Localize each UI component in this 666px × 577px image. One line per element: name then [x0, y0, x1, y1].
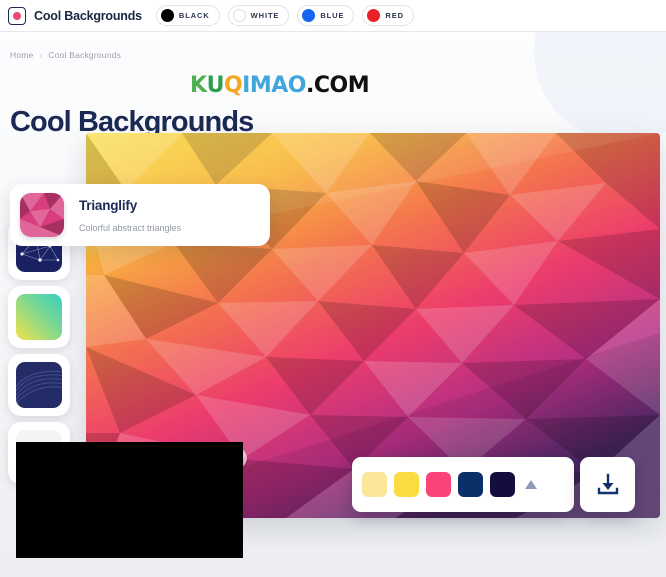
site-logo[interactable]: KUQIMAO.COM	[190, 73, 370, 98]
palette-swatch-1[interactable]	[362, 472, 387, 497]
gradient-thumb	[16, 294, 62, 340]
trianglify-title: Trianglify	[79, 197, 138, 213]
record-square-icon	[8, 6, 26, 25]
color-dot-icon	[367, 9, 381, 22]
pill-blue-label: BLUE	[320, 11, 345, 20]
palette-toolbar	[352, 457, 574, 512]
logo-letter-k: K	[190, 73, 207, 98]
logo-letter-u: U	[206, 73, 225, 98]
trianglify-thumb	[20, 193, 64, 237]
download-icon	[597, 473, 618, 494]
logo-letter-o2: O	[329, 73, 348, 98]
trianglify-thumb-icon	[20, 193, 64, 237]
app-title: Cool Backgrounds	[34, 8, 142, 23]
breadcrumb-current: Cool Backgrounds	[48, 50, 122, 60]
color-dot-icon	[302, 9, 316, 22]
logo-letter-dot: .	[305, 73, 314, 98]
palette-swatch-5[interactable]	[490, 472, 515, 497]
trianglify-info-text: Trianglify Colorful abstract triangles	[79, 198, 181, 233]
decorative-circle	[534, 32, 666, 142]
trianglify-info-card[interactable]: Trianglify Colorful abstract triangles	[10, 184, 270, 246]
palette-swatch-3[interactable]	[426, 472, 451, 497]
logo-letter-m: M	[249, 73, 272, 98]
rail-item-gradient[interactable]	[8, 286, 70, 348]
logo-letter-q: Q	[223, 73, 243, 98]
caret-up-icon[interactable]	[525, 480, 537, 489]
gradient-thumb-icon	[16, 294, 62, 340]
trianglify-subtitle: Colorful abstract triangles	[79, 222, 182, 233]
logo-letter-a: A	[271, 73, 288, 98]
breadcrumb-home[interactable]: Home	[10, 50, 33, 60]
logo-letter-m2: M	[347, 73, 370, 98]
pill-blue[interactable]: BLUE	[297, 5, 355, 26]
logo-letter-i: I	[242, 73, 250, 98]
record-dot-icon	[13, 11, 21, 20]
breadcrumb-separator: ›	[39, 50, 43, 60]
wave-thumb-icon	[16, 362, 62, 408]
palette-swatch-2[interactable]	[394, 472, 419, 497]
logo-letter-o: O	[287, 73, 307, 98]
logo-letter-c: C	[313, 73, 330, 98]
pill-red[interactable]: RED	[362, 5, 414, 26]
palette-swatch-4[interactable]	[458, 472, 483, 497]
wave-thumb	[16, 362, 62, 408]
pill-black-label: BLACK	[178, 11, 210, 20]
pill-black[interactable]: BLACK	[155, 5, 220, 26]
app-topbar: Cool Backgrounds BLACK WHITE BLUE RED	[0, 0, 666, 32]
black-overlay-region	[16, 442, 243, 558]
pill-white[interactable]: WHITE	[227, 5, 290, 26]
color-dot-icon	[160, 9, 174, 22]
color-pill-row: BLACK WHITE BLUE RED	[155, 5, 414, 26]
breadcrumb: Home › Cool Backgrounds	[10, 50, 121, 60]
rail-item-wave[interactable]	[8, 354, 70, 416]
pill-red-label: RED	[385, 11, 404, 20]
download-button[interactable]	[580, 457, 635, 512]
pill-white-label: WHITE	[250, 11, 280, 20]
color-dot-icon	[232, 9, 246, 22]
